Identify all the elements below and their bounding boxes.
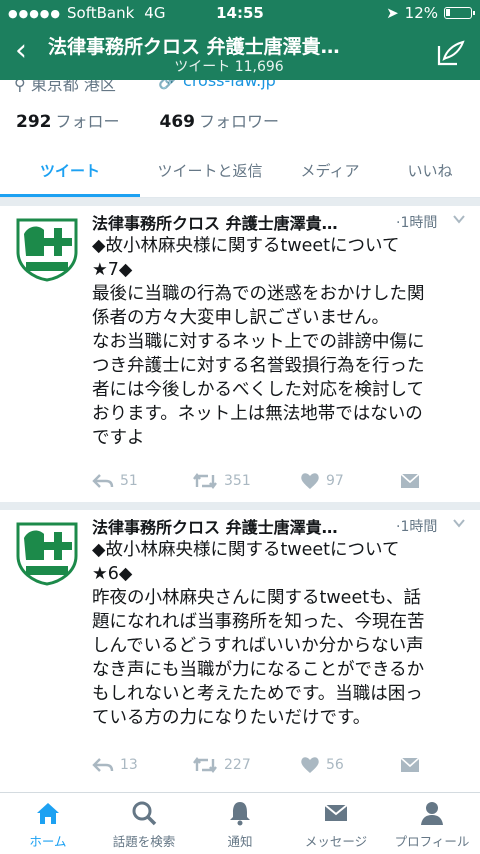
avatar[interactable] <box>14 520 80 586</box>
battery-percent: 12% <box>404 4 438 22</box>
tweet-author[interactable]: 法律事務所クロス 弁護士唐澤貴… <box>92 210 392 234</box>
chevron-down-icon[interactable] <box>452 516 466 530</box>
heart-icon <box>301 757 319 773</box>
like-button[interactable]: 97 <box>300 472 400 490</box>
retweet-count: 351 <box>224 473 251 489</box>
search-icon <box>132 801 157 826</box>
like-count: 56 <box>326 757 344 773</box>
tab-messages[interactable]: メッセージ <box>288 793 384 854</box>
like-button[interactable]: 56 <box>300 756 400 774</box>
link-icon: 🔗 <box>158 80 184 90</box>
envelope-icon <box>400 757 420 772</box>
like-count: 97 <box>326 473 344 489</box>
profile-nav-bar: ‹ 法律事務所クロス 弁護士唐澤貴… ツイート 11,696 <box>0 26 480 80</box>
follow-counts: 292 フォロー 469 フォロワー <box>16 108 279 132</box>
direct-message-button[interactable] <box>400 757 420 773</box>
person-icon <box>421 802 443 825</box>
profile-meta: ⚲ 東京都 港区 🔗 cross-law.jp <box>0 80 480 100</box>
retweet-icon <box>193 757 217 773</box>
status-bar: ●●●●● SoftBank 4G 14:55 ➤ 12% <box>0 0 480 26</box>
tab-tweets-and-replies[interactable]: ツイートと返信 <box>140 148 280 197</box>
tab-home[interactable]: ホーム <box>0 793 96 854</box>
envelope-icon <box>400 473 420 488</box>
chevron-down-icon[interactable] <box>452 212 466 226</box>
network-type: 4G <box>144 4 166 22</box>
bottom-tab-bar: ホーム 話題を検索 通知 メッセージ プロフィール <box>0 792 480 854</box>
bell-icon <box>230 802 250 826</box>
tweet-text: ◆故小林麻央様に関するtweetについて ★7◆ 最後に当職の行為での迷惑をおかけし… <box>92 236 425 448</box>
tweet-text: ◆故小林麻央様に関するtweetについて ★6◆ 昨夜の小林麻央さんに関するtwee… <box>92 540 425 728</box>
profile-website-link[interactable]: 🔗 cross-law.jp <box>158 80 276 90</box>
battery-icon <box>444 7 475 19</box>
tab-tweets[interactable]: ツイート <box>0 148 140 197</box>
tweet-time: ·1時間 <box>396 215 438 231</box>
tab-explore[interactable]: 話題を検索 <box>96 793 192 854</box>
reply-icon <box>92 474 114 488</box>
heart-icon <box>301 473 319 489</box>
retweet-icon <box>193 473 217 489</box>
envelope-icon <box>324 804 348 821</box>
retweet-button[interactable]: 351 <box>192 472 300 490</box>
profile-title: 法律事務所クロス 弁護士唐澤貴… <box>48 36 340 58</box>
tweet[interactable]: 法律事務所クロス 弁護士唐澤貴… ·1時間 ◆故小林麻央様に関するtweetにつ… <box>0 510 480 792</box>
tweet-actions: 13 227 56 <box>92 756 420 774</box>
followers-stat[interactable]: 469 フォロワー <box>160 108 280 132</box>
tweet-author[interactable]: 法律事務所クロス 弁護士唐澤貴… <box>92 514 392 538</box>
reply-button[interactable]: 51 <box>92 473 192 489</box>
tab-notifications[interactable]: 通知 <box>192 793 288 854</box>
reply-button[interactable]: 13 <box>92 757 192 773</box>
avatar[interactable] <box>14 216 80 282</box>
section-divider <box>0 198 480 206</box>
reply-icon <box>92 758 114 772</box>
tab-likes[interactable]: いいね <box>380 148 480 197</box>
location-arrow-icon: ➤ <box>386 4 399 22</box>
tab-profile[interactable]: プロフィール <box>384 793 480 854</box>
home-icon <box>37 803 59 824</box>
compose-tweet-icon[interactable] <box>436 40 466 66</box>
reply-count: 51 <box>120 473 138 489</box>
location-pin-icon: ⚲ <box>14 80 31 94</box>
retweet-count: 227 <box>224 757 251 773</box>
tweet-count: ツイート 11,696 <box>174 59 284 75</box>
tweet-time: ·1時間 <box>396 519 438 535</box>
direct-message-button[interactable] <box>400 473 420 489</box>
profile-location: ⚲ 東京都 港区 <box>14 80 116 95</box>
following-stat[interactable]: 292 フォロー <box>16 108 120 132</box>
tweet-actions: 51 351 97 <box>92 472 420 490</box>
signal-strength: ●●●●● <box>8 6 61 20</box>
carrier-name: SoftBank <box>67 4 135 22</box>
tweet[interactable]: 法律事務所クロス 弁護士唐澤貴… ·1時間 ◆故小林麻央様に関するtweetにつ… <box>0 206 480 510</box>
reply-count: 13 <box>120 757 138 773</box>
profile-tabs: ツイート ツイートと返信 メディア いいね <box>0 148 480 198</box>
back-button[interactable]: ‹ <box>6 34 36 68</box>
tab-media[interactable]: メディア <box>280 148 380 197</box>
retweet-button[interactable]: 227 <box>192 756 300 774</box>
